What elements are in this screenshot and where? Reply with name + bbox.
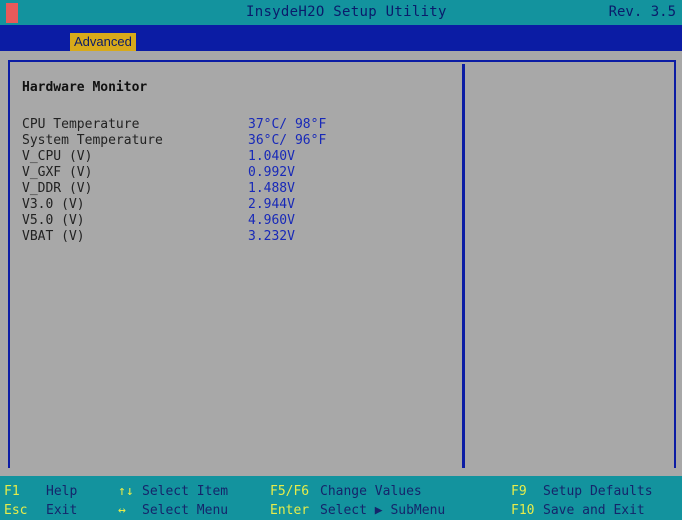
row-label: V3.0 (V): [22, 197, 85, 212]
select-item-hint: Select Item: [142, 484, 229, 499]
row-label: V_CPU (V): [22, 149, 93, 164]
list-item-v3-0: V3.0 (V) 2.944V: [22, 197, 326, 213]
help-hint: Help: [46, 484, 78, 499]
hardware-monitor-list: CPU Temperature 37°C/ 98°F System Temper…: [22, 117, 326, 245]
change-values-hint: Change Values: [320, 484, 422, 499]
enter-key: Enter: [270, 503, 310, 518]
section-title: Hardware Monitor: [22, 80, 148, 95]
row-value: 0.992V: [248, 165, 295, 180]
select-submenu-hint: Select ▶ SubMenu: [320, 503, 446, 518]
list-item-v-gxf: V_GXF (V) 0.992V: [22, 165, 326, 181]
row-label: V5.0 (V): [22, 213, 85, 228]
f10-key: F10: [511, 503, 535, 518]
revision-label: Rev. 3.5: [608, 4, 676, 20]
list-item-v-ddr: V_DDR (V) 1.488V: [22, 181, 326, 197]
menu-bar: Advanced: [0, 25, 682, 51]
f5-f6-key: F5/F6: [270, 484, 310, 499]
list-item-v5-0: V5.0 (V) 4.960V: [22, 213, 326, 229]
esc-key: Esc: [4, 503, 28, 518]
row-value: 1.040V: [248, 149, 295, 164]
row-value: 2.944V: [248, 197, 295, 212]
row-value: 36°C/ 96°F: [248, 133, 327, 148]
row-value: 37°C/ 98°F: [248, 117, 327, 132]
setup-defaults-hint: Setup Defaults: [543, 484, 653, 499]
arrows-up-down-icon: ↑↓: [118, 484, 134, 499]
row-label: V_GXF (V): [22, 165, 93, 180]
row-value: 4.960V: [248, 213, 295, 228]
row-value: 1.488V: [248, 181, 295, 196]
app-title: InsydeH2O Setup Utility: [246, 4, 447, 20]
row-label: V_DDR (V): [22, 181, 93, 196]
row-label: VBAT (V): [22, 229, 85, 244]
f1-key: F1: [4, 484, 20, 499]
list-item-system-temperature: System Temperature 36°C/ 96°F: [22, 133, 326, 149]
row-label: CPU Temperature: [22, 117, 140, 132]
list-item-vbat: VBAT (V) 3.232V: [22, 229, 326, 245]
row-value: 3.232V: [248, 229, 295, 244]
row-label: System Temperature: [22, 133, 163, 148]
select-menu-hint: Select Menu: [142, 503, 229, 518]
list-item-cpu-temperature: CPU Temperature 37°C/ 98°F: [22, 117, 326, 133]
exit-hint: Exit: [46, 503, 78, 518]
title-bar: InsydeH2O Setup Utility Rev. 3.5: [0, 0, 682, 25]
title-corner-marker: [6, 3, 18, 23]
help-panel-divider: [462, 64, 465, 468]
save-and-exit-hint: Save and Exit: [543, 503, 645, 518]
f9-key: F9: [511, 484, 527, 499]
footer-help-bar: F1 Help Esc Exit ↑↓ Select Item ↔ Select…: [0, 476, 682, 520]
arrows-left-right-icon: ↔: [118, 503, 126, 518]
list-item-v-cpu: V_CPU (V) 1.040V: [22, 149, 326, 165]
tab-advanced[interactable]: Advanced: [70, 33, 136, 51]
